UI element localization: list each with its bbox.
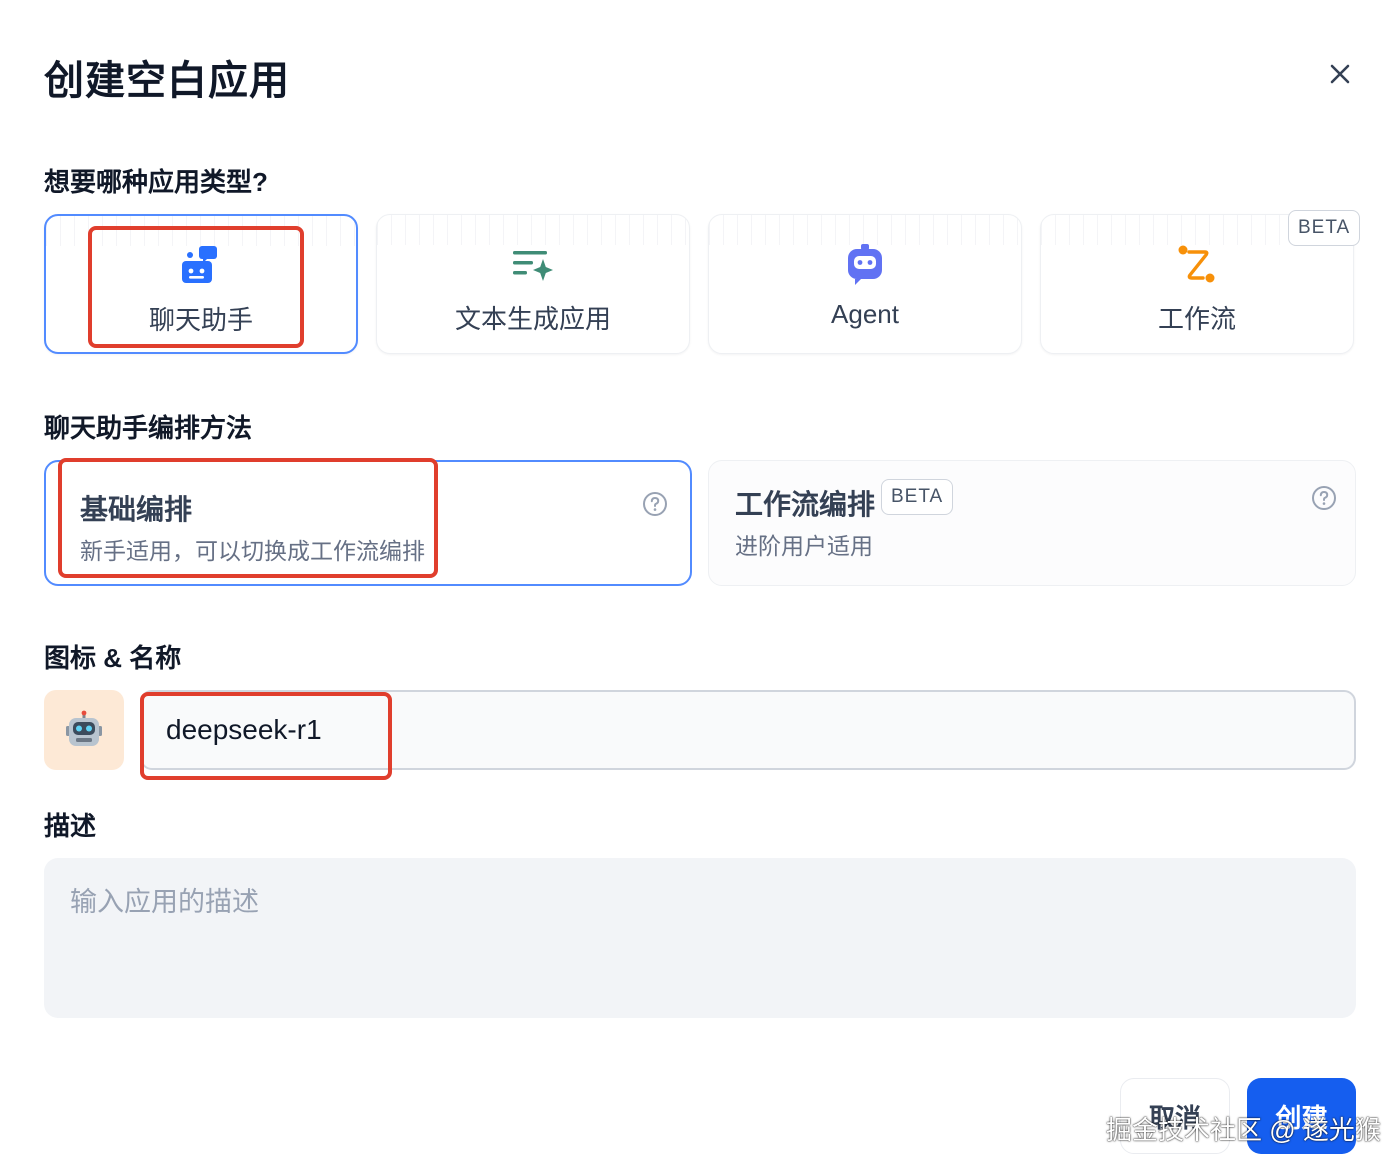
app-type-label: 文本生成应用	[454, 304, 611, 334]
help-circle-icon[interactable]	[1311, 485, 1337, 511]
chat-bot-icon	[182, 246, 217, 283]
orchestration-option-title: 工作流编排	[735, 489, 876, 520]
app-type-card-text-generation[interactable]: 文本生成应用	[376, 214, 690, 354]
app-type-section-label: 想要哪种应用类型?	[44, 167, 268, 197]
app-type-label: Agent	[831, 299, 899, 329]
dialog-title: 创建空白应用	[44, 59, 290, 103]
app-type-label: 工作流	[1157, 304, 1236, 334]
text-generation-icon	[513, 251, 553, 281]
app-icon-picker[interactable]	[44, 690, 124, 770]
app-type-label: 聊天助手	[148, 305, 253, 335]
description-section-label: 描述	[44, 811, 97, 841]
orchestration-option-title: 基础编排	[80, 494, 193, 525]
workflow-icon	[1178, 245, 1215, 283]
close-icon	[1330, 64, 1350, 84]
description-textarea[interactable]	[44, 858, 1356, 1018]
orchestration-option-description: 新手适用，可以切换成工作流编排	[80, 538, 425, 564]
watermark: 掘金技术社区 @ 遂光猴	[1106, 1115, 1381, 1145]
help-circle-icon[interactable]	[642, 491, 668, 517]
orchestration-option-description: 进阶用户适用	[735, 533, 873, 559]
orchestration-section-label: 聊天助手编排方法	[44, 413, 253, 443]
app-name-input[interactable]	[140, 690, 1356, 770]
agent-robot-icon	[848, 244, 882, 285]
robot-emoji-icon	[66, 710, 102, 746]
icon-name-section-label: 图标 & 名称	[44, 643, 182, 673]
beta-badge: BETA	[1288, 210, 1361, 246]
app-type-card-agent[interactable]: Agent	[708, 214, 1022, 354]
orchestration-option-workflow[interactable]: 工作流编排 BETA 进阶用户适用	[708, 460, 1356, 586]
close-button[interactable]	[1322, 56, 1358, 92]
beta-badge: BETA	[881, 479, 954, 515]
orchestration-option-basic[interactable]: 基础编排 新手适用，可以切换成工作流编排	[44, 460, 692, 586]
app-type-card-chat-assistant[interactable]: 聊天助手	[44, 214, 358, 354]
